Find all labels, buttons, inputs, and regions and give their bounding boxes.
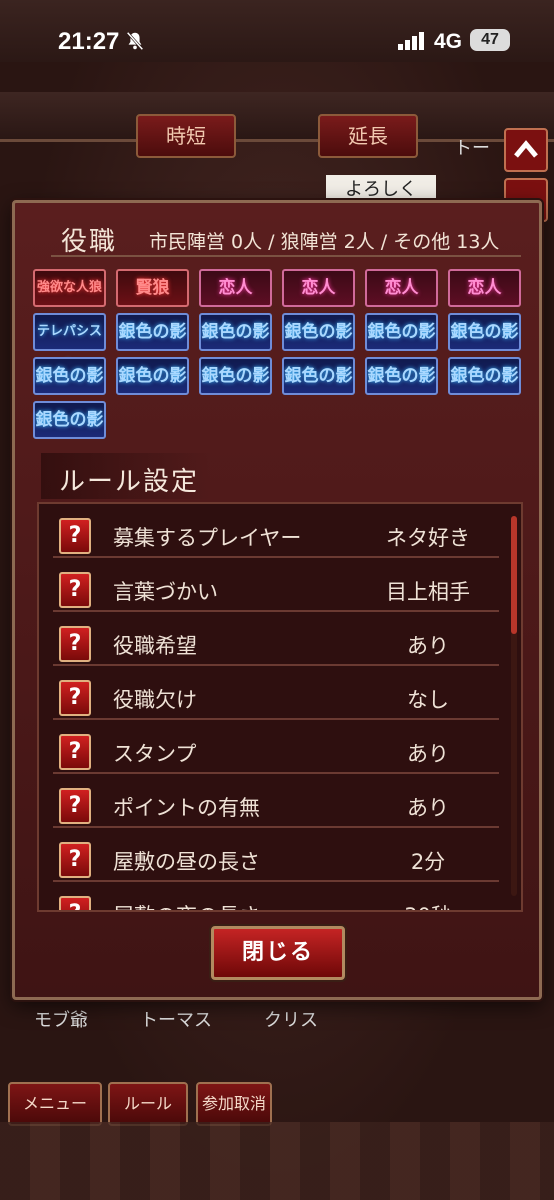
rule-button[interactable]: ルール <box>108 1082 188 1126</box>
rule-value: 2分 <box>410 850 446 874</box>
roles-title: 役職 <box>61 227 118 257</box>
help-icon[interactable]: ? <box>59 788 91 824</box>
role-badge[interactable]: 強欲な人狼 <box>33 269 106 307</box>
role-badge[interactable]: 銀色の影 <box>448 357 521 395</box>
rule-row: ? スタンプ あり <box>53 728 499 774</box>
rule-value: ネタ好き <box>386 526 470 550</box>
rule-label: 言葉づかい <box>113 580 218 604</box>
rule-row: ?屋敷の夜の長さ30秒 <box>53 890 499 910</box>
rule-label: 屋敷の夜の長さ <box>113 900 260 910</box>
role-badge[interactable]: 銀色の影 <box>199 313 272 351</box>
rule-label: 役職希望 <box>113 634 197 658</box>
rule-label: 募集するプレイヤー <box>113 526 302 550</box>
time-shorten-button[interactable]: 時短 <box>136 114 236 158</box>
scrollbar-thumb[interactable] <box>511 516 517 634</box>
rule-value: 30秒 <box>353 900 503 910</box>
role-badge[interactable]: 銀色の影 <box>199 357 272 395</box>
help-icon[interactable]: ? <box>59 680 91 716</box>
rule-value: あり <box>407 634 449 658</box>
bottom-ornament <box>0 1122 554 1200</box>
rule-label: 役職欠け <box>113 688 197 712</box>
rule-row: ? ポイントの有無 あり <box>53 782 499 828</box>
rule-row: ? 屋敷の昼の長さ 2分 <box>53 836 499 882</box>
help-icon[interactable]: ? <box>59 896 91 910</box>
rule-value: あり <box>407 742 449 766</box>
rules-list[interactable]: ? 募集するプレイヤー ネタ好き? 言葉づかい 目上相手? 役職希望 あり? 役職欠け なし? ス… <box>37 502 523 912</box>
role-badge[interactable]: 恋人 <box>199 269 272 307</box>
help-icon[interactable]: ? <box>59 734 91 770</box>
cancel-participation-button[interactable]: 参加取消 <box>196 1082 272 1126</box>
rule-label: スタンプ <box>113 742 197 766</box>
menu-button[interactable]: メニュー <box>8 1082 102 1126</box>
roles-counts: 市民陣営 0人 / 狼陣営 2人 / その他 13人 <box>149 231 500 253</box>
status-bar: 21:27 4G 47 <box>0 0 554 62</box>
signal-icon <box>398 32 424 50</box>
role-badge[interactable]: 銀色の影 <box>365 313 438 351</box>
rule-value: あり <box>407 796 449 820</box>
help-icon[interactable]: ? <box>59 842 91 878</box>
role-rule-dialog: 役職 市民陣営 0人 / 狼陣営 2人 / その他 13人 強欲な人狼 賢狼 恋人恋… <box>12 200 542 1000</box>
network-type: 4G <box>434 30 463 53</box>
close-button[interactable]: 閉じる <box>211 926 345 980</box>
scrollbar[interactable] <box>511 516 517 896</box>
rule-row: ? 役職希望 あり <box>53 620 499 666</box>
help-icon[interactable]: ? <box>59 626 91 662</box>
role-badge[interactable]: テレパシスト <box>33 313 106 373</box>
battery-icon: 47 <box>470 29 510 51</box>
role-badge[interactable]: 賢狼 <box>116 269 189 307</box>
help-icon[interactable]: ? <box>59 518 91 554</box>
role-badge[interactable]: 銀色の影 <box>282 357 355 395</box>
role-badge[interactable]: 恋人 <box>448 269 521 307</box>
role-badge[interactable]: 銀色の影 <box>365 357 438 395</box>
rule-label: 屋敷の昼の長さ <box>113 850 260 874</box>
status-time: 21:27 <box>58 28 120 55</box>
role-badge[interactable]: 恋人 <box>365 269 438 307</box>
role-badge[interactable]: 銀色の影 <box>33 401 106 439</box>
player-name: クリス <box>264 1010 318 1031</box>
rule-value: なし <box>407 688 449 712</box>
player-name: トーマス <box>140 1010 212 1031</box>
partial-text: トー <box>454 138 490 159</box>
role-badge[interactable]: 銀色の影 <box>116 313 189 351</box>
chevron-up-icon <box>514 140 538 158</box>
rule-label: ポイントの有無 <box>113 796 260 820</box>
rule-row: ? 募集するプレイヤー ネタ好き <box>53 512 499 558</box>
extend-button[interactable]: 延長 <box>318 114 418 158</box>
role-badge[interactable]: 銀色の影 <box>448 313 521 351</box>
role-badge[interactable]: 銀色の影 <box>33 357 106 395</box>
scroll-up-button[interactable] <box>504 128 548 172</box>
player-name: モブ爺 <box>34 1010 88 1031</box>
role-badge[interactable]: 銀色の影 <box>282 313 355 351</box>
bell-muted-icon <box>126 31 144 51</box>
divider <box>51 255 521 257</box>
rule-value: 目上相手 <box>386 580 470 604</box>
role-badge[interactable]: 恋人 <box>282 269 355 307</box>
rules-title: ルール設定 <box>59 467 200 497</box>
help-icon[interactable]: ? <box>59 572 91 608</box>
rule-row: ? 役職欠け なし <box>53 674 499 720</box>
rule-row: ? 言葉づかい 目上相手 <box>53 566 499 612</box>
role-badge[interactable]: 銀色の影 <box>116 357 189 395</box>
